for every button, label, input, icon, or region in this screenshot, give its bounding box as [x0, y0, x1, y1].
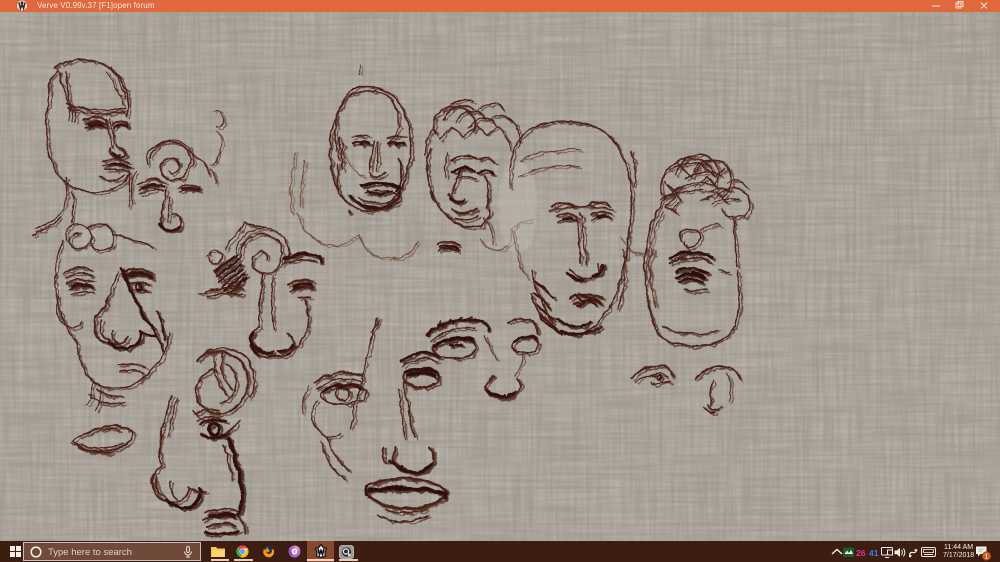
svg-text:1: 1 [985, 554, 989, 561]
